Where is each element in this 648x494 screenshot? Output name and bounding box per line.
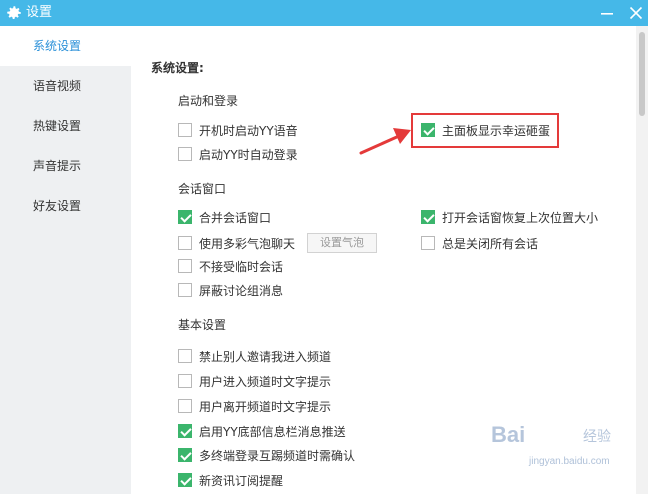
- option-label: 打开会话窗恢复上次位置大小: [442, 210, 599, 225]
- option-block-channel-invites[interactable]: 禁止别人邀请我进入频道: [178, 347, 331, 365]
- option-block-group-messages[interactable]: 屏蔽讨论组消息: [178, 281, 283, 299]
- option-label: 总是关闭所有会话: [442, 236, 539, 251]
- sidebar: 系统设置 语音视频 热键设置 声音提示 好友设置: [0, 26, 131, 494]
- sidebar-item-friends[interactable]: 好友设置: [0, 186, 131, 226]
- watermark-brand: 经验: [583, 429, 611, 445]
- checkbox[interactable]: [178, 399, 192, 413]
- option-label: 禁止别人邀请我进入频道: [199, 349, 332, 364]
- checkbox[interactable]: [178, 147, 192, 161]
- sidebar-item-sound-alerts[interactable]: 声音提示: [0, 146, 131, 186]
- option-news-subscription[interactable]: 新资讯订阅提醒: [178, 471, 283, 489]
- option-label: 启动YY时自动登录: [199, 147, 298, 162]
- option-label: 新资讯订阅提醒: [199, 473, 284, 488]
- watermark-logo: Bai: [491, 422, 526, 447]
- option-label: 多终端登录互踢频道时需确认: [199, 448, 356, 463]
- sidebar-item-system-settings[interactable]: 系统设置: [0, 26, 131, 66]
- page-title: 系统设置:: [151, 61, 204, 75]
- option-restore-window-position[interactable]: 打开会话窗恢复上次位置大小: [421, 208, 598, 226]
- gear-icon: [7, 6, 21, 20]
- option-reject-temp-session[interactable]: 不接受临时会话: [178, 257, 283, 275]
- option-label: 合并会话窗口: [199, 210, 272, 225]
- option-label: 用户离开频道时文字提示: [199, 399, 332, 414]
- sidebar-item-hotkeys[interactable]: 热键设置: [0, 106, 131, 146]
- option-label: 用户进入频道时文字提示: [199, 374, 332, 389]
- section-startup-title: 启动和登录: [178, 94, 239, 108]
- section-basic-title: 基本设置: [178, 318, 227, 332]
- minimize-icon[interactable]: [597, 3, 617, 23]
- option-join-text-notice[interactable]: 用户进入频道时文字提示: [178, 372, 331, 390]
- checkbox-checked[interactable]: [178, 424, 192, 438]
- option-bottom-bar-push[interactable]: 启用YY底部信息栏消息推送: [178, 422, 346, 440]
- annotation-highlight-box: [411, 113, 559, 148]
- option-label: 使用多彩气泡聊天: [199, 236, 296, 251]
- option-leave-text-notice[interactable]: 用户离开频道时文字提示: [178, 397, 331, 415]
- option-label: 启用YY底部信息栏消息推送: [199, 424, 346, 439]
- option-auto-login[interactable]: 启动YY时自动登录: [178, 145, 298, 163]
- scrollbar-thumb[interactable]: [639, 32, 645, 116]
- option-label: 开机时启动YY语音: [199, 123, 298, 138]
- checkbox[interactable]: [178, 283, 192, 297]
- window-title: 设置: [26, 5, 53, 20]
- checkbox-checked[interactable]: [178, 473, 192, 487]
- title-bar: 设置: [0, 0, 648, 26]
- close-icon[interactable]: [626, 3, 646, 23]
- checkbox[interactable]: [178, 123, 192, 137]
- option-merge-windows[interactable]: 合并会话窗口: [178, 208, 271, 226]
- option-multi-device-confirm[interactable]: 多终端登录互踢频道时需确认: [178, 446, 355, 464]
- checkbox[interactable]: [178, 349, 192, 363]
- option-color-bubbles[interactable]: 使用多彩气泡聊天: [178, 234, 295, 252]
- watermark: Bai 经验 jingyan.baidu.com: [491, 422, 636, 482]
- checkbox[interactable]: [421, 236, 435, 250]
- checkbox[interactable]: [178, 236, 192, 250]
- option-close-all-sessions[interactable]: 总是关闭所有会话: [421, 234, 538, 252]
- checkbox-checked[interactable]: [178, 448, 192, 462]
- option-label: 屏蔽讨论组消息: [199, 283, 284, 298]
- option-autostart-yy[interactable]: 开机时启动YY语音: [178, 121, 298, 139]
- sidebar-item-voice-video[interactable]: 语音视频: [0, 66, 131, 106]
- option-label: 不接受临时会话: [199, 259, 284, 274]
- annotation-arrow-icon: [359, 128, 411, 155]
- checkbox-checked[interactable]: [178, 210, 192, 224]
- section-session-title: 会话窗口: [178, 182, 227, 196]
- scrollbar[interactable]: [636, 26, 648, 494]
- checkbox-checked[interactable]: [421, 210, 435, 224]
- set-bubble-button[interactable]: 设置气泡: [307, 233, 377, 253]
- checkbox[interactable]: [178, 259, 192, 273]
- checkbox[interactable]: [178, 374, 192, 388]
- watermark-url: jingyan.baidu.com: [529, 456, 610, 467]
